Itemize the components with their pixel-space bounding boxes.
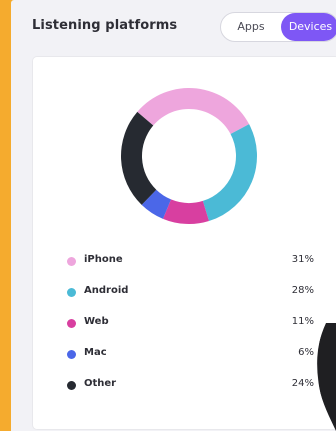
donut-hole	[142, 109, 236, 203]
legend-dot-other	[67, 381, 76, 390]
legend-label-web: Web	[84, 316, 109, 327]
legend-dot-web	[67, 319, 76, 328]
legend: iPhone 31% Android 28% Web 11% Mac 6% Ot…	[33, 245, 336, 400]
apps-tab[interactable]: Apps	[221, 13, 281, 41]
platform-toggle[interactable]: Apps Devices	[220, 12, 336, 42]
legend-label-android: Android	[84, 285, 129, 296]
donut-slice-web	[162, 199, 209, 224]
legend-pct-android: 28%	[291, 285, 314, 296]
legend-pct-other: 24%	[291, 378, 314, 389]
legend-pct-iphone: 31%	[291, 254, 314, 265]
legend-dot-android	[67, 288, 76, 297]
legend-row-web: Web 11%	[33, 307, 336, 338]
devices-donut-chart	[120, 87, 257, 224]
legend-label-mac: Mac	[84, 347, 107, 358]
legend-row-android: Android 28%	[33, 276, 336, 307]
listening-platforms-panel: Listening platforms Apps Devices iPhone …	[11, 0, 336, 431]
devices-card: iPhone 31% Android 28% Web 11% Mac 6% Ot…	[33, 57, 336, 429]
panel-title: Listening platforms	[32, 18, 178, 33]
legend-label-other: Other	[84, 378, 117, 389]
legend-row-iphone: iPhone 31%	[33, 245, 336, 276]
legend-dot-iphone	[67, 257, 76, 266]
legend-row-other: Other 24%	[33, 369, 336, 400]
legend-dot-mac	[67, 350, 76, 359]
legend-label-iphone: iPhone	[84, 254, 123, 265]
legend-row-mac: Mac 6%	[33, 338, 336, 369]
devices-tab[interactable]: Devices	[281, 13, 336, 41]
legend-pct-web: 11%	[291, 316, 314, 327]
decorative-corner-shape	[314, 323, 336, 431]
